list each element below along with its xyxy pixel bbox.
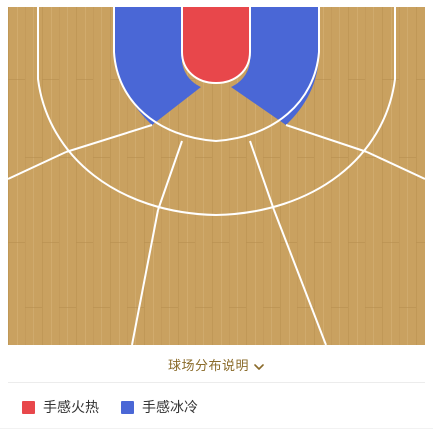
legend-swatch-hot (22, 400, 35, 414)
divider (8, 382, 425, 383)
chevron-down-icon (253, 358, 265, 370)
zone-restricted-area (182, 7, 250, 83)
shot-zone-panel: 球场分布说明 手感火热 手感冰冷 (0, 0, 433, 435)
legend-item-hot: 手感火热 (22, 397, 99, 417)
court-legend-toggle[interactable]: 球场分布说明 (0, 346, 433, 382)
bottom-divider (0, 428, 433, 429)
court-zone-map (8, 7, 425, 345)
legend-item-cold: 手感冰冷 (121, 397, 198, 417)
heat-legend: 手感火热 手感冰冷 (22, 397, 220, 417)
legend-label-hot: 手感火热 (43, 400, 99, 416)
court-legend-toggle-label: 球场分布说明 (167, 358, 249, 374)
legend-label-cold: 手感冰冷 (142, 400, 198, 416)
court-svg (8, 7, 425, 345)
legend-swatch-cold (121, 400, 134, 414)
